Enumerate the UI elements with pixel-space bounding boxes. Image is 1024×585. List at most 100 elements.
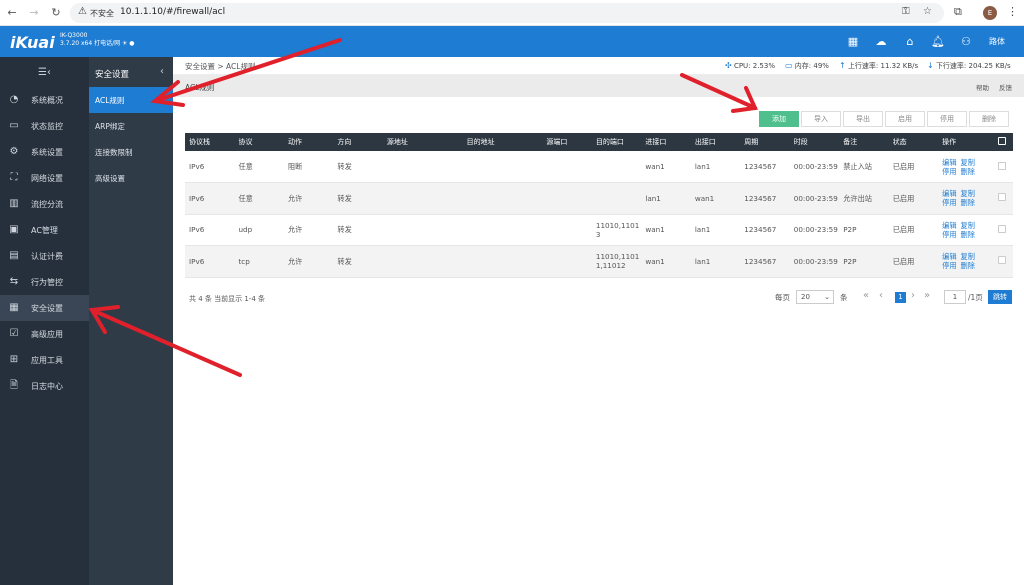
- sidebar-item-monitor[interactable]: ▭ 状态监控: [0, 113, 89, 139]
- home-icon[interactable]: ⌂: [903, 35, 917, 49]
- bookmark-star-icon[interactable]: ☆: [923, 6, 932, 17]
- forward-icon[interactable]: →: [27, 6, 41, 20]
- page-title: ACL规则: [185, 83, 215, 92]
- select-all-checkbox[interactable]: [997, 137, 1006, 145]
- table-cell: [542, 151, 592, 183]
- user-name[interactable]: 路体: [989, 36, 1005, 47]
- row-checkbox[interactable]: [997, 256, 1006, 265]
- row-checkbox[interactable]: [997, 193, 1006, 202]
- table-cell: [462, 182, 543, 215]
- copy-link[interactable]: 复制: [961, 252, 975, 261]
- browser-menu-icon[interactable]: ⋮: [1007, 5, 1018, 18]
- bell-icon[interactable]: 🔔︎: [931, 35, 945, 49]
- url-text[interactable]: 10.1.1.10/#/firewall/acl: [120, 7, 225, 17]
- security-icon: ▦: [9, 302, 19, 313]
- network-icon: ⛶: [10, 172, 18, 183]
- subnav-item-advanced[interactable]: 高级设置: [89, 165, 173, 191]
- select-all-cell[interactable]: [993, 133, 1013, 151]
- delete-link[interactable]: 删除: [961, 167, 975, 176]
- edit-link[interactable]: 编辑: [942, 252, 956, 261]
- delete-button[interactable]: 删除: [969, 111, 1009, 127]
- table-cell: [591, 151, 642, 183]
- row-select-cell[interactable]: [993, 245, 1013, 278]
- copy-link[interactable]: 复制: [961, 158, 975, 167]
- jump-button[interactable]: 跳转: [988, 290, 1012, 304]
- sidebar-item-label: 状态监控: [31, 122, 63, 131]
- add-button[interactable]: 添加: [759, 111, 799, 127]
- sidebar-item-label: 认证计费: [31, 252, 63, 261]
- menu-collapse-icon[interactable]: ☰‹: [38, 67, 51, 78]
- back-icon[interactable]: ←: [5, 6, 19, 20]
- sidebar-item-label: 日志中心: [31, 382, 63, 391]
- sidebar-item-system[interactable]: ⚙ 系统设置: [0, 139, 89, 165]
- sidebar-item-advanced[interactable]: ☑ 高级应用: [0, 321, 89, 347]
- reload-icon[interactable]: ↻: [49, 6, 63, 20]
- next-page-icon[interactable]: ›: [911, 290, 915, 301]
- table-cell: [542, 214, 592, 246]
- row-select-cell[interactable]: [993, 151, 1013, 183]
- help-link[interactable]: 帮助: [976, 82, 989, 92]
- cloud-icon[interactable]: ☁: [874, 35, 888, 49]
- sidebar-item-ac[interactable]: ▣ AC管理: [0, 217, 89, 243]
- disable-link[interactable]: 停用: [942, 167, 956, 176]
- sidebar-item-logs[interactable]: 🗎︎ 日志中心: [0, 373, 89, 399]
- import-button[interactable]: 导入: [801, 111, 841, 127]
- edit-link[interactable]: 编辑: [942, 221, 956, 230]
- edit-link[interactable]: 编辑: [942, 158, 956, 167]
- copy-link[interactable]: 复制: [961, 189, 975, 198]
- address-bar[interactable]: ⚠ 不安全 10.1.1.10/#/firewall/acl ⚿ ☆: [70, 3, 944, 23]
- table-cell: lan1: [641, 182, 691, 215]
- row-select-cell[interactable]: [993, 182, 1013, 215]
- row-select-cell[interactable]: [993, 214, 1013, 246]
- status-badge: 已启用: [888, 151, 939, 183]
- page-header: ACL规则 帮助 反馈: [173, 75, 1024, 97]
- sidebar-item-security[interactable]: ▦ 安全设置: [0, 295, 89, 321]
- subnav-item-connlimit[interactable]: 连接数限制: [89, 139, 173, 165]
- sidebar-item-behavior[interactable]: ⇆ 行为管控: [0, 269, 89, 295]
- profile-avatar[interactable]: E: [983, 6, 997, 20]
- subnav-item-arp[interactable]: ARP绑定: [89, 113, 173, 139]
- col-header: 方向: [333, 133, 383, 151]
- delete-link[interactable]: 删除: [961, 230, 975, 239]
- disable-button[interactable]: 停用: [927, 111, 967, 127]
- per-page-label: 每页: [775, 293, 790, 302]
- user-icon[interactable]: ⚇: [959, 35, 973, 49]
- page-jump-input[interactable]: 1: [944, 290, 966, 304]
- table-cell: IPv6: [185, 182, 235, 215]
- sidebar-item-label: 网络设置: [31, 174, 63, 183]
- apps-grid-icon[interactable]: ▦: [846, 35, 860, 49]
- disable-link[interactable]: 停用: [942, 230, 956, 239]
- cpu-value: CPU: 2.53%: [733, 62, 775, 70]
- sidebar-item-tools[interactable]: ⊞ 应用工具: [0, 347, 89, 373]
- copy-link[interactable]: 复制: [961, 221, 975, 230]
- last-page-icon[interactable]: »: [924, 290, 930, 301]
- subnav-item-acl[interactable]: ACL规则: [89, 87, 173, 113]
- per-page-select[interactable]: 20 ⌄: [796, 290, 834, 304]
- page-number-button[interactable]: 1: [895, 292, 906, 303]
- first-page-icon[interactable]: «: [863, 290, 869, 301]
- arrows-icon: ⇆: [9, 276, 19, 287]
- disable-link[interactable]: 停用: [942, 261, 956, 270]
- chevron-left-icon[interactable]: ‹: [160, 66, 164, 77]
- export-button[interactable]: 导出: [843, 111, 883, 127]
- row-checkbox[interactable]: [997, 161, 1006, 170]
- table-cell: 11010,11011,11012: [591, 245, 642, 278]
- extensions-icon[interactable]: ⧉: [954, 5, 962, 19]
- row-actions: 编辑 复制 停用 删除: [938, 151, 994, 183]
- disable-link[interactable]: 停用: [942, 198, 956, 207]
- enable-button[interactable]: 启用: [885, 111, 925, 127]
- row-checkbox[interactable]: [997, 224, 1006, 233]
- edit-link[interactable]: 编辑: [942, 189, 956, 198]
- delete-link[interactable]: 删除: [961, 198, 975, 207]
- feedback-link[interactable]: 反馈: [999, 82, 1012, 92]
- sidebar-item-flow[interactable]: ▥ 流控分流: [0, 191, 89, 217]
- prev-page-icon[interactable]: ‹: [879, 290, 883, 301]
- sidebar-item-auth[interactable]: ▤ 认证计费: [0, 243, 89, 269]
- table-cell: 允许: [283, 182, 334, 215]
- delete-link[interactable]: 删除: [961, 261, 975, 270]
- sidebar-item-overview[interactable]: ◔ 系统概况: [0, 87, 89, 113]
- table-cell: [382, 151, 463, 183]
- password-key-icon[interactable]: ⚿: [902, 6, 910, 17]
- sidebar-item-network[interactable]: ⛶ 网络设置: [0, 165, 89, 191]
- model-name: IK-Q3000: [60, 32, 88, 39]
